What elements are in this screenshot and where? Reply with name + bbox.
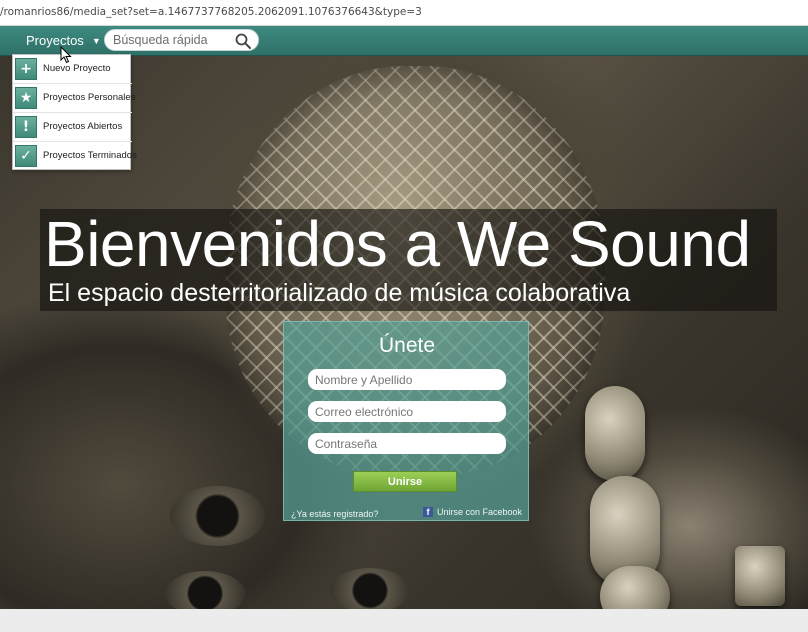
quick-search-input[interactable]	[113, 32, 233, 48]
email-field[interactable]	[308, 401, 506, 422]
mixer-knob-image	[735, 546, 785, 606]
browser-url-bar[interactable]: /romanrios86/media_set?set=a.14677377682…	[0, 0, 808, 26]
mixer-knob-image	[585, 386, 645, 481]
menu-item-personal-projects[interactable]: ★ Proyectos Personales	[13, 84, 136, 113]
mixer-knob-image	[170, 486, 265, 546]
page-title: Bienvenidos a We Sound	[44, 208, 751, 280]
projects-menu-button[interactable]: Proyectos ▼	[14, 26, 101, 56]
signup-panel: Únete Unirse ¿Ya estás registrado? fUnir…	[283, 321, 529, 521]
join-button[interactable]: Unirse	[353, 471, 457, 492]
plus-icon: +	[15, 58, 37, 80]
password-field[interactable]	[308, 433, 506, 454]
mouse-cursor-icon	[60, 46, 72, 64]
menu-item-label: Proyectos Terminados	[43, 150, 137, 161]
menu-item-label: Proyectos Abiertos	[43, 121, 123, 132]
mixer-knob-image	[165, 571, 245, 609]
signup-heading: Únete	[378, 334, 436, 357]
facebook-join-link[interactable]: f Unirse con Facebook	[422, 507, 522, 517]
chevron-down-icon: ▼	[91, 36, 101, 46]
name-field[interactable]	[308, 369, 506, 390]
welcome-banner: Bienvenidos a We Sound El espacio dester…	[40, 209, 777, 311]
checkmark-icon: ✓	[15, 145, 37, 167]
quick-search	[104, 29, 259, 51]
top-navigation: Proyectos ▼	[0, 26, 808, 56]
exclamation-icon: !	[15, 116, 37, 138]
menu-item-label: Nuevo Proyecto	[43, 63, 111, 74]
projects-menu-label: Proyectos	[26, 33, 84, 48]
search-icon[interactable]	[234, 32, 252, 50]
mixer-knob-image	[330, 568, 410, 609]
mixer-knob-image	[600, 566, 670, 609]
facebook-join-label: Unirse con Facebook	[436, 507, 522, 517]
menu-item-label: Proyectos Personales	[43, 92, 136, 103]
page-footer-strip	[0, 609, 808, 632]
browser-url-text: /romanrios86/media_set?set=a.14677377682…	[0, 6, 422, 18]
page-subtitle: El espacio desterritorializado de música…	[48, 279, 631, 307]
menu-item-finished-projects[interactable]: ✓ Proyectos Terminados	[13, 142, 137, 171]
facebook-icon: f	[422, 507, 433, 517]
star-icon: ★	[15, 87, 37, 109]
menu-item-new-project[interactable]: + Nuevo Proyecto	[13, 55, 132, 84]
projects-dropdown-menu: + Nuevo Proyecto ★ Proyectos Personales …	[12, 54, 137, 171]
menu-item-open-projects[interactable]: ! Proyectos Abiertos	[13, 113, 132, 142]
already-registered-link[interactable]: ¿Ya estás registrado?	[291, 509, 378, 519]
